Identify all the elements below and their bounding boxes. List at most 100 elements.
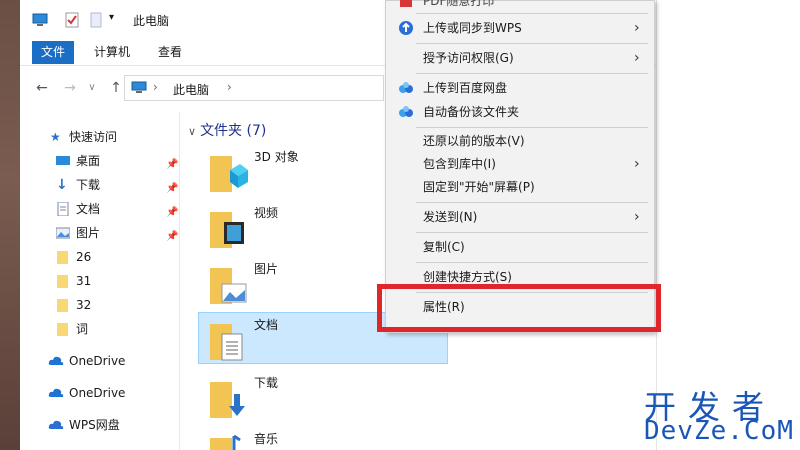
sidebar-item-wps-drive[interactable]: WPS网盘 bbox=[48, 414, 180, 436]
watermark-en: DevZe.CoM bbox=[644, 416, 794, 446]
navigation-pane: ★ 快速访问 桌面 📌 ↓ 下载 📌 文档 📌 图片 📌 26 31 32 词 … bbox=[20, 112, 180, 450]
menu-separator bbox=[416, 73, 648, 74]
tab-view[interactable]: 查看 bbox=[150, 41, 190, 64]
menu-item-pin-start[interactable]: 固定到"开始"屏幕(P) bbox=[386, 175, 654, 199]
menu-item-copy[interactable]: 复制(C) bbox=[386, 235, 654, 259]
pin-icon[interactable]: 📌 bbox=[166, 202, 178, 224]
new-folder-icon[interactable] bbox=[88, 12, 104, 28]
downloads-folder-icon bbox=[210, 382, 245, 418]
site-watermark: 开发者 DevZe.CoM bbox=[640, 382, 800, 450]
list-item-music[interactable]: 音乐 bbox=[198, 426, 448, 450]
pin-icon[interactable]: 📌 bbox=[166, 178, 178, 200]
submenu-arrow-icon: › bbox=[634, 50, 640, 66]
pin-icon[interactable]: 📌 bbox=[166, 154, 178, 176]
file-label: 文档 bbox=[254, 318, 279, 332]
sidebar-item-downloads[interactable]: ↓ 下载 📌 bbox=[56, 174, 180, 196]
wps-cloud-icon bbox=[48, 420, 64, 429]
sidebar-item-label: OneDrive bbox=[69, 386, 126, 400]
menu-item-label: PDF随意打印 bbox=[423, 0, 495, 8]
tab-file[interactable]: 文件 bbox=[32, 41, 74, 64]
sidebar-item-folder-32[interactable]: 32 bbox=[56, 294, 180, 316]
folder-icon bbox=[57, 251, 68, 264]
group-title: 文件夹 (7) bbox=[200, 123, 267, 139]
address-bar[interactable]: › 此电脑 › bbox=[124, 75, 384, 101]
menu-item-upload-wps[interactable]: 上传或同步到WPS › bbox=[386, 16, 654, 40]
sidebar-item-label: 词 bbox=[76, 322, 89, 336]
file-label: 3D 对象 bbox=[254, 150, 299, 164]
onedrive-cloud-icon bbox=[48, 356, 64, 365]
recent-dropdown-icon[interactable]: ∨ bbox=[84, 80, 100, 96]
menu-item-label: 授予访问权限(G) bbox=[423, 51, 514, 65]
desktop-icon bbox=[56, 156, 70, 165]
sidebar-item-folder-31[interactable]: 31 bbox=[56, 270, 180, 292]
pdf-print-icon bbox=[400, 0, 412, 7]
menu-separator bbox=[416, 202, 648, 203]
pictures-folder-icon bbox=[210, 268, 247, 304]
window-title: 此电脑 bbox=[133, 14, 170, 28]
wps-cloud-icon bbox=[399, 21, 413, 35]
menu-separator bbox=[416, 13, 648, 14]
sidebar-item-label: 桌面 bbox=[76, 154, 101, 168]
sidebar-item-desktop[interactable]: 桌面 📌 bbox=[56, 150, 180, 172]
star-icon: ★ bbox=[50, 130, 61, 144]
file-label: 图片 bbox=[254, 262, 279, 276]
menu-separator bbox=[416, 43, 648, 44]
sidebar-item-pictures[interactable]: 图片 📌 bbox=[56, 222, 180, 244]
annotation-highlight-box bbox=[377, 284, 661, 332]
list-item-downloads[interactable]: 下载 bbox=[198, 370, 448, 422]
sidebar-item-folder-ci[interactable]: 词 bbox=[56, 318, 180, 340]
desktop-background bbox=[0, 0, 20, 450]
tab-computer[interactable]: 计算机 bbox=[86, 41, 138, 64]
download-arrow-icon: ↓ bbox=[56, 177, 68, 193]
menu-separator bbox=[416, 127, 648, 128]
sidebar-item-label: 图片 bbox=[76, 226, 101, 240]
computer-icon bbox=[32, 13, 48, 26]
onedrive-cloud-icon bbox=[48, 388, 64, 397]
menu-item-label: 复制(C) bbox=[423, 240, 465, 254]
forward-icon[interactable]: → bbox=[62, 80, 78, 96]
submenu-arrow-icon: › bbox=[634, 20, 640, 36]
sidebar-item-label: 31 bbox=[76, 274, 92, 288]
sidebar-item-label: 快速访问 bbox=[69, 130, 118, 144]
breadcrumb-separator[interactable]: › bbox=[153, 80, 158, 94]
sidebar-item-label: 下载 bbox=[76, 178, 101, 192]
breadcrumb-this-pc[interactable]: 此电脑 bbox=[173, 81, 209, 98]
menu-item-include-library[interactable]: 包含到库中(I) › bbox=[386, 152, 654, 176]
file-label: 下载 bbox=[254, 376, 279, 390]
properties-check-icon[interactable] bbox=[64, 12, 80, 28]
menu-item-label: 上传到百度网盘 bbox=[423, 81, 508, 95]
menu-item-upload-baidu[interactable]: 上传到百度网盘 bbox=[386, 76, 654, 100]
submenu-arrow-icon: › bbox=[634, 156, 640, 172]
sidebar-item-label: 32 bbox=[76, 298, 92, 312]
menu-item-label: 发送到(N) bbox=[423, 210, 478, 224]
file-label: 视频 bbox=[254, 206, 279, 220]
sidebar-item-documents[interactable]: 文档 📌 bbox=[56, 198, 180, 220]
chevron-down-icon[interactable]: ∨ bbox=[188, 125, 196, 138]
quick-access-dropdown-icon[interactable]: ▾ bbox=[109, 12, 114, 23]
picture-icon bbox=[56, 227, 70, 239]
3d-objects-folder-icon bbox=[210, 156, 248, 192]
menu-item-restore-versions[interactable]: 还原以前的版本(V) bbox=[386, 129, 654, 153]
documents-folder-icon bbox=[210, 324, 243, 361]
menu-item-label: 上传或同步到WPS bbox=[423, 21, 522, 35]
folder-icon bbox=[57, 275, 68, 288]
sidebar-item-label: WPS网盘 bbox=[69, 418, 120, 432]
sidebar-item-quick-access[interactable]: ★ 快速访问 bbox=[50, 126, 180, 148]
group-header[interactable]: ∨ 文件夹 (7) bbox=[188, 120, 266, 140]
up-icon[interactable]: ↑ bbox=[108, 80, 124, 96]
sidebar-item-label: 26 bbox=[76, 250, 92, 264]
breadcrumb-chevron-icon[interactable]: › bbox=[227, 80, 232, 94]
sidebar-item-folder-26[interactable]: 26 bbox=[56, 246, 180, 268]
menu-item-pdf-print[interactable]: PDF随意打印 bbox=[386, 0, 654, 13]
menu-item-label: 自动备份该文件夹 bbox=[423, 105, 520, 119]
pin-icon[interactable]: 📌 bbox=[166, 226, 178, 248]
menu-separator bbox=[416, 232, 648, 233]
menu-item-send-to[interactable]: 发送到(N) › bbox=[386, 205, 654, 229]
sidebar-item-onedrive-2[interactable]: OneDrive bbox=[48, 382, 180, 404]
menu-item-auto-backup[interactable]: 自动备份该文件夹 bbox=[386, 100, 654, 124]
submenu-arrow-icon: › bbox=[634, 209, 640, 225]
back-icon[interactable]: ← bbox=[34, 80, 50, 96]
menu-item-grant-access[interactable]: 授予访问权限(G) › bbox=[386, 46, 654, 70]
folder-icon bbox=[57, 323, 68, 336]
sidebar-item-onedrive-1[interactable]: OneDrive bbox=[48, 350, 180, 372]
